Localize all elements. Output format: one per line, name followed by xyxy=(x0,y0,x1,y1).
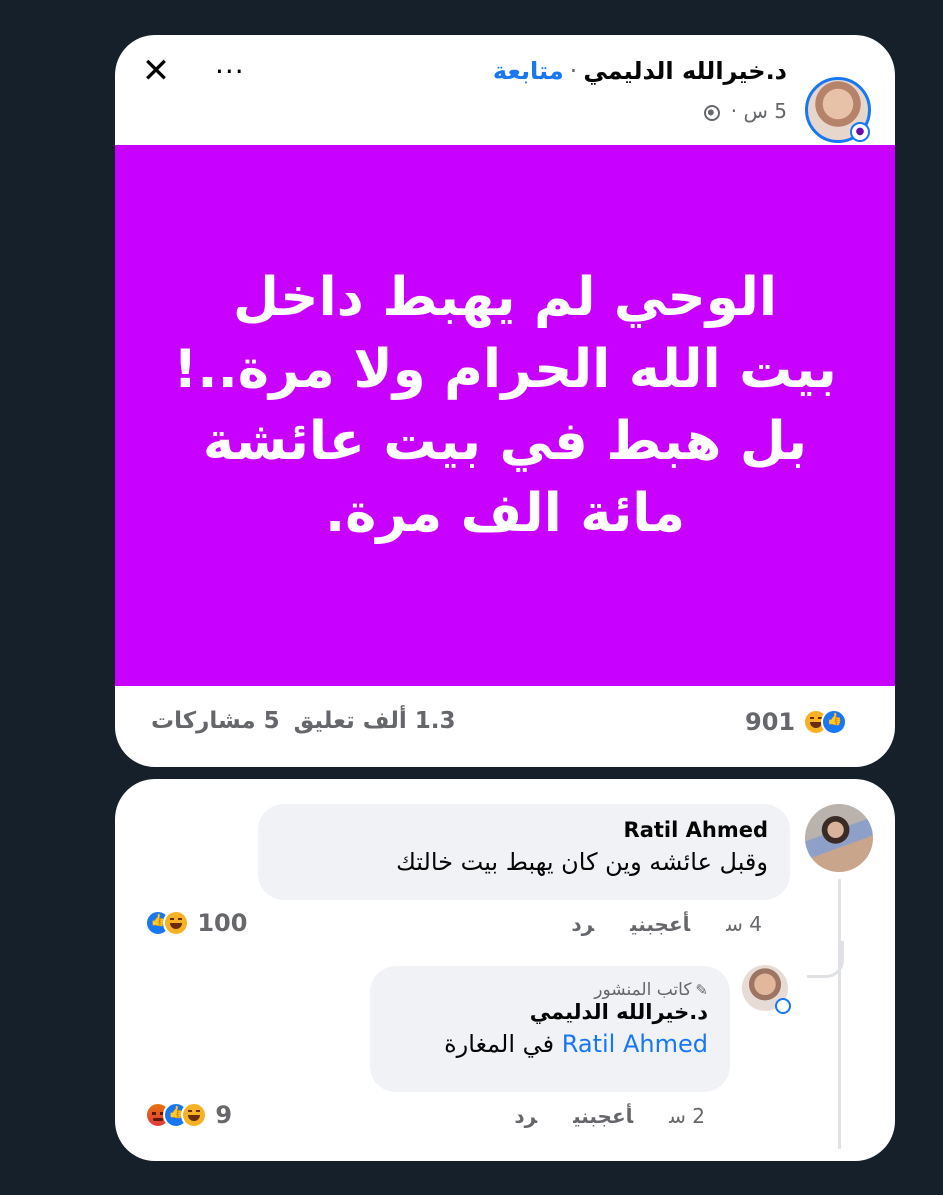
reply-author-name[interactable]: د.خيرالله الدليمي xyxy=(392,1000,708,1024)
comments-count[interactable]: 1.3 ألف تعليق xyxy=(294,708,456,734)
like-button[interactable]: أعجبني xyxy=(630,912,690,936)
author-line: د.خيرالله الدليمي·متابعة xyxy=(493,57,787,85)
post-time[interactable]: 5 س · xyxy=(731,99,787,123)
reply-body: في المغارة xyxy=(444,1030,555,1058)
thread-connector xyxy=(807,941,844,978)
post-card: ✕ ··· د.خيرالله الدليمي·متابعة 5 س · ● ا… xyxy=(115,35,895,767)
reply-author-avatar[interactable] xyxy=(742,965,791,1014)
separator-dot: · xyxy=(569,57,578,85)
pencil-icon: ✎ xyxy=(695,981,708,999)
post-stats: 1.3 ألف تعليق 5 مشاركات xyxy=(137,708,455,734)
author-badge-label: كاتب المنشور xyxy=(594,980,692,1000)
like-icon xyxy=(821,709,848,735)
close-icon: ✕ xyxy=(141,51,171,91)
author-badge: ✎كاتب المنشور xyxy=(392,980,708,1000)
reactions-summary[interactable]: 901 xyxy=(745,708,848,736)
shares-count[interactable]: 5 مشاركات xyxy=(151,708,280,734)
comment-time[interactable]: 4 س xyxy=(726,912,762,936)
profile-badge-icon xyxy=(775,998,791,1014)
reply-button[interactable]: رد xyxy=(514,1104,537,1128)
haha-icon xyxy=(163,910,189,936)
comment-reactions-count: 100 xyxy=(197,909,248,937)
more-options-button[interactable]: ··· xyxy=(215,55,245,88)
post-header: ✕ ··· د.خيرالله الدليمي·متابعة 5 س · ● xyxy=(115,35,895,145)
reply-reactions-count: 9 xyxy=(215,1101,233,1129)
comment-bubble: Ratil Ahmed وقبل عائشه وين كان يهبط بيت … xyxy=(258,804,790,900)
comment-actions: 4 س أعجبني رد xyxy=(535,912,762,936)
reactions-count: 901 xyxy=(745,708,796,736)
post-footer: 1.3 ألف تعليق 5 مشاركات 901 xyxy=(115,686,895,767)
post-text-line: الوحي لم يهبط داخل xyxy=(232,266,778,328)
haha-icon xyxy=(181,1102,207,1128)
commenter-name[interactable]: Ratil Ahmed xyxy=(280,818,768,842)
profile-badge-icon: ● xyxy=(850,122,870,142)
reply-text: Ratil Ahmed في المغارة xyxy=(392,1030,708,1058)
post-meta: 5 س · xyxy=(704,99,787,123)
like-button[interactable]: أعجبني xyxy=(573,1104,633,1128)
comment-reactions[interactable]: 100 xyxy=(145,909,247,937)
post-text-line: بيت الله الحرام ولا مرة..! xyxy=(173,338,837,400)
post-text-line: مائة الف مرة. xyxy=(324,482,686,544)
author-name[interactable]: د.خيرالله الدليمي xyxy=(583,57,787,85)
post-image[interactable]: الوحي لم يهبط داخل بيت الله الحرام ولا م… xyxy=(115,145,895,686)
reply-reactions[interactable]: 9 xyxy=(145,1101,232,1129)
author-avatar[interactable]: ● xyxy=(805,77,871,143)
reply-actions: 2 س أعجبني رد xyxy=(478,1104,705,1128)
globe-icon xyxy=(704,105,721,121)
reply-time[interactable]: 2 س xyxy=(669,1104,705,1128)
close-button[interactable]: ✕ xyxy=(139,51,173,91)
follow-button[interactable]: متابعة xyxy=(493,57,564,85)
commenter-avatar[interactable] xyxy=(805,804,873,872)
reply-button[interactable]: رد xyxy=(571,912,594,936)
mention-link[interactable]: Ratil Ahmed xyxy=(562,1030,708,1058)
post-image-text: الوحي لم يهبط داخل بيت الله الحرام ولا م… xyxy=(173,262,836,550)
thread-line xyxy=(838,879,841,1149)
more-icon: ··· xyxy=(215,55,245,88)
reply-bubble: ✎كاتب المنشور د.خيرالله الدليمي Ratil Ah… xyxy=(370,966,730,1092)
comment-text: وقبل عائشه وين كان يهبط بيت خالتك xyxy=(396,848,768,876)
comments-card: Ratil Ahmed وقبل عائشه وين كان يهبط بيت … xyxy=(115,779,895,1161)
post-text-line: بل هبط في بيت عائشة xyxy=(202,410,808,472)
